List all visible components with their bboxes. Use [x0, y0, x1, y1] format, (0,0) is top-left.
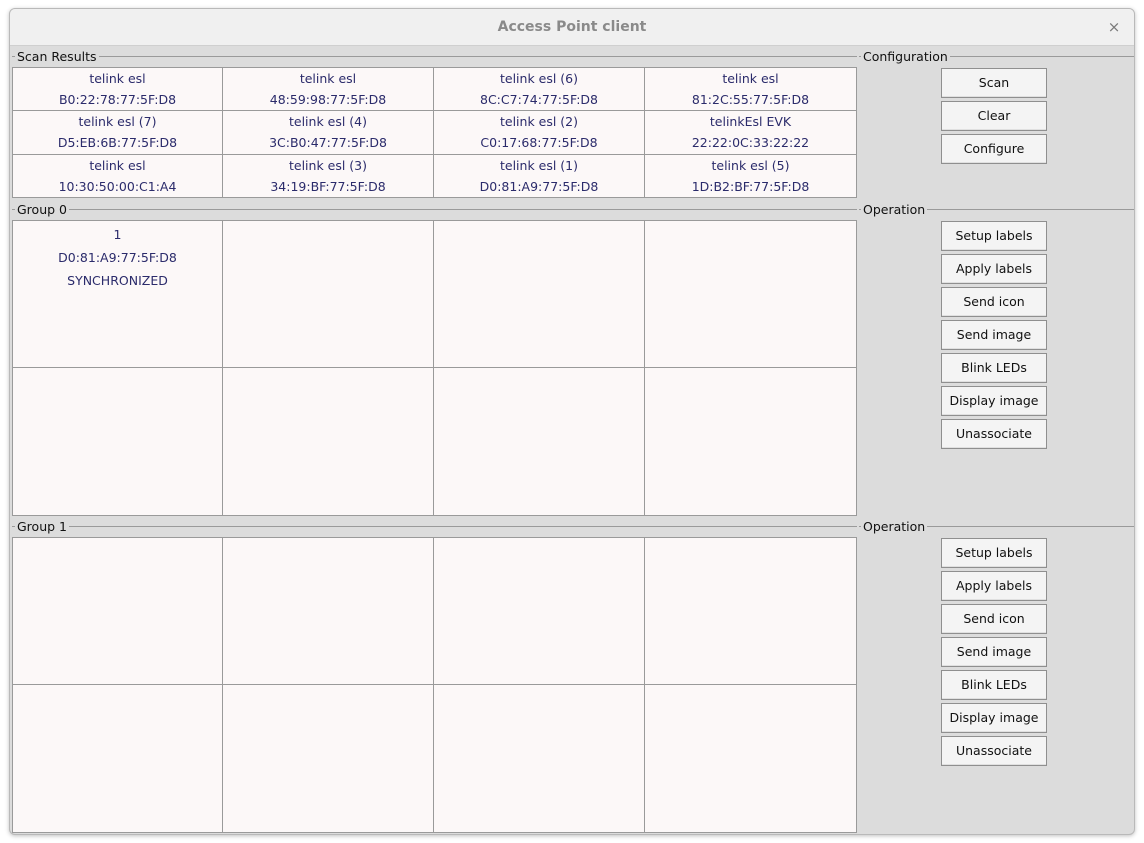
device-mac: 22:22:0C:33:22:22 [691, 135, 810, 150]
group-0-display-image-button[interactable]: Display image [941, 386, 1047, 416]
operation-0-label: Operation [861, 202, 928, 217]
group-1-slot[interactable] [434, 685, 645, 832]
group-0-slot[interactable] [434, 368, 645, 515]
scan-result-cell[interactable]: telink esl (2) C0:17:68:77:5F:D8 [434, 111, 645, 155]
app-window: Access Point client × Scan Results telin… [9, 8, 1135, 835]
group-1-slot[interactable] [223, 685, 434, 832]
group-0-slot[interactable] [223, 368, 434, 515]
operation-1-label: Operation [861, 519, 928, 534]
scan-result-cell[interactable]: telink esl 81:2C:55:77:5F:D8 [645, 68, 856, 111]
scan-results-frame [12, 56, 857, 57]
device-name: telink esl [89, 71, 146, 86]
device-name: telink esl (4) [288, 114, 368, 129]
group-1-frame [12, 526, 857, 527]
device-name: telink esl (1) [499, 158, 579, 173]
window-title: Access Point client [497, 19, 647, 35]
slot-id: 1 [113, 227, 122, 242]
slot-mac: D0:81:A9:77:5F:D8 [58, 250, 177, 265]
scan-result-cell[interactable]: telink esl (4) 3C:B0:47:77:5F:D8 [223, 111, 434, 155]
device-name: telink esl [89, 158, 146, 173]
group-0-slot[interactable] [434, 221, 645, 368]
scan-results-grid: telink esl B0:22:78:77:5F:D8 telink esl 48:… [12, 67, 857, 198]
device-name: telink esl [299, 71, 357, 86]
group-0-slot[interactable] [223, 221, 434, 368]
group-1-grid [12, 537, 857, 833]
group-1-slot[interactable] [13, 538, 223, 685]
device-mac: 34:19:BF:77:5F:D8 [270, 179, 386, 194]
group-0-unassociate-button[interactable]: Unassociate [941, 419, 1047, 449]
group-0-send-image-button[interactable]: Send image [941, 320, 1047, 350]
group-1-label: Group 1 [15, 519, 69, 534]
group-0-label: Group 0 [15, 202, 69, 217]
group-1-slot[interactable] [434, 538, 645, 685]
device-mac: 10:30:50:00:C1:A4 [58, 179, 177, 194]
group-0-send-icon-button[interactable]: Send icon [941, 287, 1047, 317]
device-name: telink esl [722, 71, 779, 86]
device-name: telink esl (5) [711, 158, 790, 173]
scan-result-cell[interactable]: telink esl (6) 8C:C7:74:77:5F:D8 [434, 68, 645, 111]
device-name: telink esl (3) [288, 158, 368, 173]
device-mac: 48:59:98:77:5F:D8 [269, 92, 387, 107]
device-mac: 81:2C:55:77:5F:D8 [691, 92, 810, 107]
scan-result-cell[interactable]: telink esl B0:22:78:77:5F:D8 [13, 68, 223, 111]
scan-result-cell[interactable]: telink esl (1) D0:81:A9:77:5F:D8 [434, 155, 645, 197]
clear-button[interactable]: Clear [941, 101, 1047, 131]
scan-result-cell[interactable]: telink esl (5) 1D:B2:BF:77:5F:D8 [645, 155, 856, 197]
group-1-send-icon-button[interactable]: Send icon [941, 604, 1047, 634]
scan-result-cell[interactable]: telink esl 48:59:98:77:5F:D8 [223, 68, 434, 111]
device-mac: B0:22:78:77:5F:D8 [58, 92, 177, 107]
slot-status: SYNCHRONIZED [67, 273, 168, 288]
group-1-display-image-button[interactable]: Display image [941, 703, 1047, 733]
group-1-setup-labels-button[interactable]: Setup labels [941, 538, 1047, 568]
device-name: telink esl (6) [499, 71, 579, 86]
configure-button[interactable]: Configure [941, 134, 1047, 164]
close-icon[interactable]: × [1104, 17, 1124, 37]
group-0-frame [12, 209, 857, 210]
group-1-slot[interactable] [223, 538, 434, 685]
scan-results-label: Scan Results [15, 49, 99, 64]
device-mac: C0:17:68:77:5F:D8 [480, 135, 598, 150]
group-0-slot[interactable] [645, 221, 856, 368]
group-1-send-image-button[interactable]: Send image [941, 637, 1047, 667]
device-name: telink esl (7) [78, 114, 157, 129]
group-0-apply-labels-button[interactable]: Apply labels [941, 254, 1047, 284]
scan-button[interactable]: Scan [941, 68, 1047, 98]
group-1-slot[interactable] [13, 685, 223, 832]
group-1-slot[interactable] [645, 685, 856, 832]
scan-result-cell[interactable]: telink esl (7) D5:EB:6B:77:5F:D8 [13, 111, 223, 155]
device-mac: D0:81:A9:77:5F:D8 [479, 179, 599, 194]
device-mac: 8C:C7:74:77:5F:D8 [480, 92, 598, 107]
group-0-slot[interactable] [645, 368, 856, 515]
group-1-unassociate-button[interactable]: Unassociate [941, 736, 1047, 766]
device-name: telink esl (2) [499, 114, 579, 129]
title-bar[interactable]: Access Point client × [10, 9, 1134, 46]
scan-result-cell[interactable]: telink esl (3) 34:19:BF:77:5F:D8 [223, 155, 434, 197]
group-1-apply-labels-button[interactable]: Apply labels [941, 571, 1047, 601]
device-mac: 1D:B2:BF:77:5F:D8 [691, 179, 810, 194]
device-name: telinkEsl EVK [709, 114, 792, 129]
device-mac: D5:EB:6B:77:5F:D8 [57, 135, 178, 150]
group-0-slot[interactable] [13, 368, 223, 515]
device-mac: 3C:B0:47:77:5F:D8 [269, 135, 387, 150]
group-0-setup-labels-button[interactable]: Setup labels [941, 221, 1047, 251]
group-1-blink-leds-button[interactable]: Blink LEDs [941, 670, 1047, 700]
scan-result-cell[interactable]: telink esl 10:30:50:00:C1:A4 [13, 155, 223, 197]
group-0-grid: 1 D0:81:A9:77:5F:D8 SYNCHRONIZED [12, 220, 857, 516]
group-1-slot[interactable] [645, 538, 856, 685]
group-0-slot[interactable]: 1 D0:81:A9:77:5F:D8 SYNCHRONIZED [13, 221, 223, 368]
group-0-blink-leds-button[interactable]: Blink LEDs [941, 353, 1047, 383]
scan-result-cell[interactable]: telinkEsl EVK 22:22:0C:33:22:22 [645, 111, 856, 155]
configuration-label: Configuration [861, 49, 950, 64]
